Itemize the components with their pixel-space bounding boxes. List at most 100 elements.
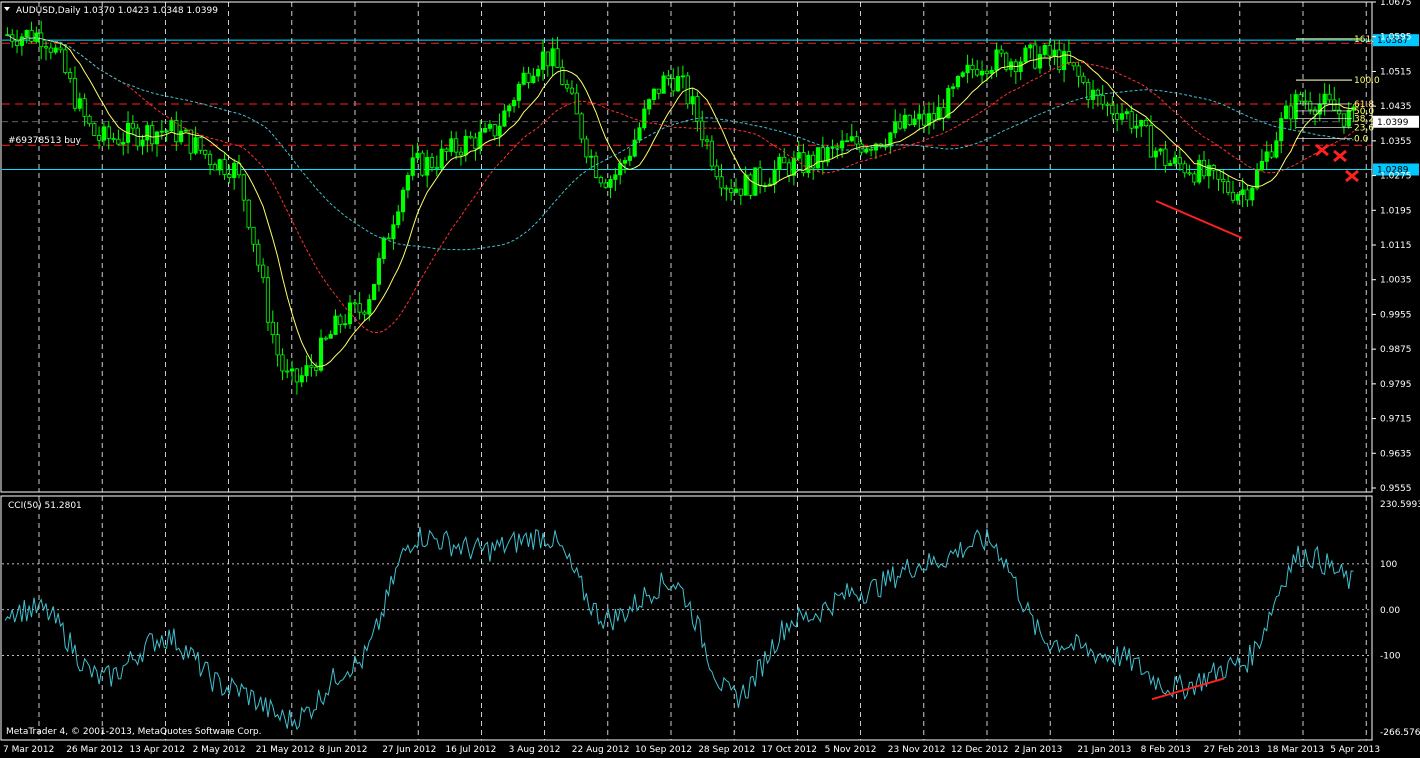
candle-body <box>58 47 63 51</box>
candle-body <box>420 152 425 176</box>
candle-body <box>454 138 459 153</box>
candle-body <box>960 72 965 77</box>
candle-body <box>439 148 444 169</box>
candle-body <box>294 368 300 383</box>
fib-level-label: 0.0 <box>1354 135 1369 145</box>
candle-body <box>289 368 295 372</box>
candle-body <box>661 75 666 94</box>
candle-body <box>651 88 657 100</box>
candle-body <box>1240 189 1245 195</box>
candle-body <box>1346 109 1351 127</box>
candle-body <box>1110 104 1115 115</box>
candle-body <box>979 70 985 76</box>
candle-body <box>1163 148 1168 166</box>
candle-body <box>511 100 517 107</box>
candle-body <box>285 370 290 373</box>
candle-body <box>820 147 825 163</box>
y-tick-label: 1.0675 <box>1380 0 1412 8</box>
candle-body <box>1148 125 1154 158</box>
candle-body <box>1259 160 1265 171</box>
moving-average-red <box>7 34 1354 334</box>
candle-body <box>77 98 82 109</box>
candle-body <box>232 162 237 179</box>
candle-body <box>72 77 78 109</box>
candle-body <box>323 337 328 340</box>
candle-body <box>96 135 102 141</box>
chevron-down-icon[interactable] <box>4 7 10 11</box>
candle-body <box>642 108 647 129</box>
candle-body <box>261 264 266 279</box>
candle-body <box>48 47 53 53</box>
candle-body <box>333 315 338 335</box>
candle-body <box>1221 178 1226 183</box>
candle-body <box>376 258 382 285</box>
candle-body <box>212 164 217 171</box>
candle-body <box>159 130 164 133</box>
candle-body <box>1206 165 1211 177</box>
candle-body <box>487 124 493 129</box>
x-tick-label: 8 Feb 2013 <box>1141 745 1191 755</box>
candle-body <box>1308 101 1313 111</box>
candle-body <box>154 131 160 145</box>
candle-body <box>1047 44 1052 57</box>
y-tick-label: 0.9555 <box>1380 484 1412 494</box>
candle-body <box>1028 44 1033 49</box>
candle-body <box>1052 49 1057 57</box>
candle-body <box>733 188 739 193</box>
candle-body <box>458 151 464 156</box>
x-tick-label: 16 Jul 2012 <box>445 745 496 755</box>
candle-body <box>203 149 208 155</box>
candle-body <box>449 138 454 152</box>
candle-body <box>1134 125 1139 129</box>
candle-body <box>671 78 676 92</box>
candle-body <box>275 334 280 356</box>
candle-body <box>1322 93 1327 105</box>
candle-body <box>193 137 198 154</box>
candle-body <box>497 125 502 137</box>
candle-body <box>405 175 410 191</box>
candle-body <box>849 136 854 142</box>
x-tick-label: 26 Mar 2012 <box>66 745 123 755</box>
candle-body <box>140 139 145 147</box>
y-tick-label: 1.0435 <box>1380 102 1412 112</box>
candle-body <box>116 138 121 145</box>
candle-body <box>1100 95 1105 105</box>
candle-body <box>444 148 449 152</box>
candle-body <box>593 155 599 178</box>
candle-body <box>806 154 811 174</box>
candle-body <box>429 157 435 168</box>
candle-body <box>912 118 917 125</box>
candle-body <box>700 120 705 141</box>
copyright: MetaTrader 4, © 2001-2013, MetaQuotes So… <box>6 727 262 737</box>
candle-body <box>970 64 975 70</box>
candle-body <box>545 51 550 67</box>
close-icon <box>1345 169 1359 183</box>
candle-body <box>613 174 618 180</box>
candle-body <box>207 153 213 165</box>
candle-body <box>569 87 575 94</box>
candle-body <box>19 36 24 46</box>
candle-body <box>1168 163 1173 166</box>
candle-body <box>840 140 845 149</box>
close-icon <box>1315 143 1329 157</box>
candle-body <box>410 157 415 176</box>
candle-body <box>1211 165 1216 171</box>
candle-body <box>1303 100 1308 103</box>
divergence-line-price <box>1155 200 1243 239</box>
candle-body <box>1298 94 1303 102</box>
candle-body <box>1172 157 1178 164</box>
candle-body <box>1250 187 1255 201</box>
candle-body <box>1245 189 1250 201</box>
candle-body <box>1066 51 1072 64</box>
candle-body <box>1037 54 1043 69</box>
candle-body <box>782 156 787 164</box>
candle-body <box>666 75 671 79</box>
y-tick-label: 0.9715 <box>1380 415 1412 425</box>
candle-body <box>304 365 309 377</box>
candle-body <box>222 159 227 175</box>
candle-body <box>473 137 478 150</box>
candle-body <box>729 187 734 193</box>
candle-body <box>1090 89 1096 100</box>
candle-body <box>1288 105 1293 120</box>
candle-body <box>637 127 642 141</box>
